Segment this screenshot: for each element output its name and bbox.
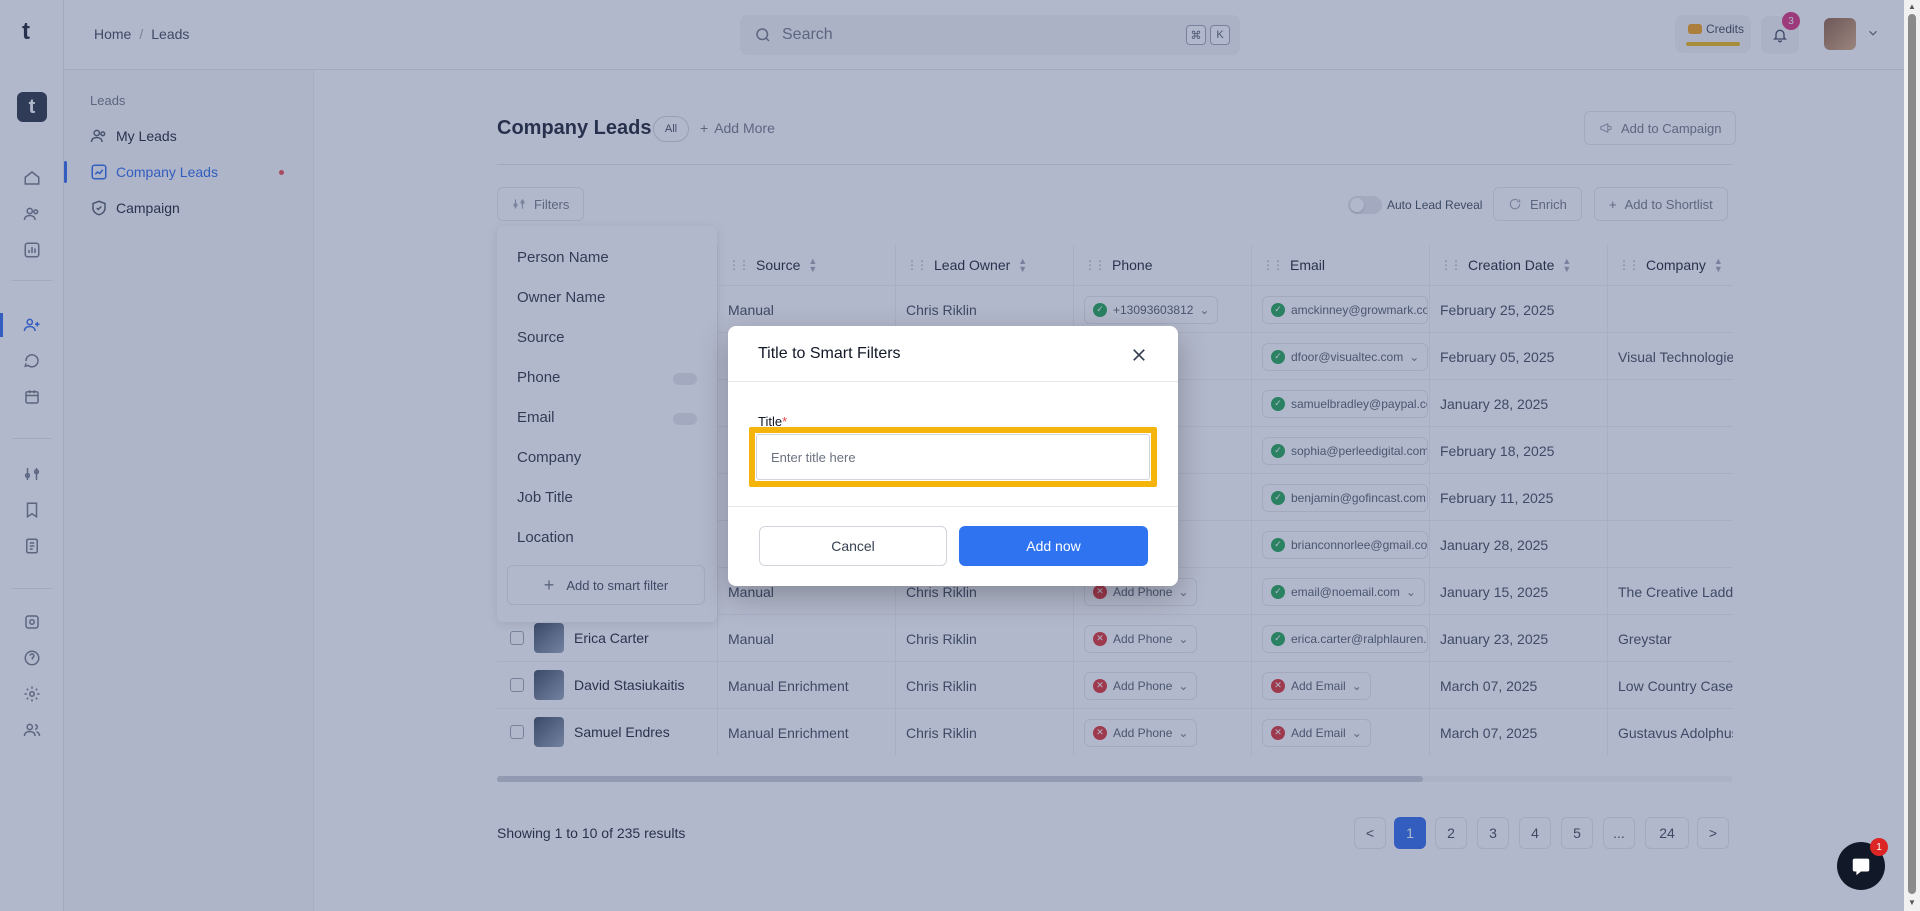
add-now-button[interactable]: Add now	[959, 526, 1148, 566]
smart-filter-title-modal: Title to Smart Filters Title* Cancel Add…	[728, 326, 1178, 586]
modal-title: Title to Smart Filters	[758, 345, 901, 362]
chat-unread-badge: 1	[1870, 838, 1888, 856]
close-icon[interactable]	[1124, 340, 1154, 370]
chat-icon	[1852, 858, 1870, 876]
cancel-button[interactable]: Cancel	[759, 526, 947, 566]
title-input[interactable]	[756, 434, 1150, 480]
vertical-scrollbar[interactable]: ▲ ▼	[1904, 0, 1920, 911]
